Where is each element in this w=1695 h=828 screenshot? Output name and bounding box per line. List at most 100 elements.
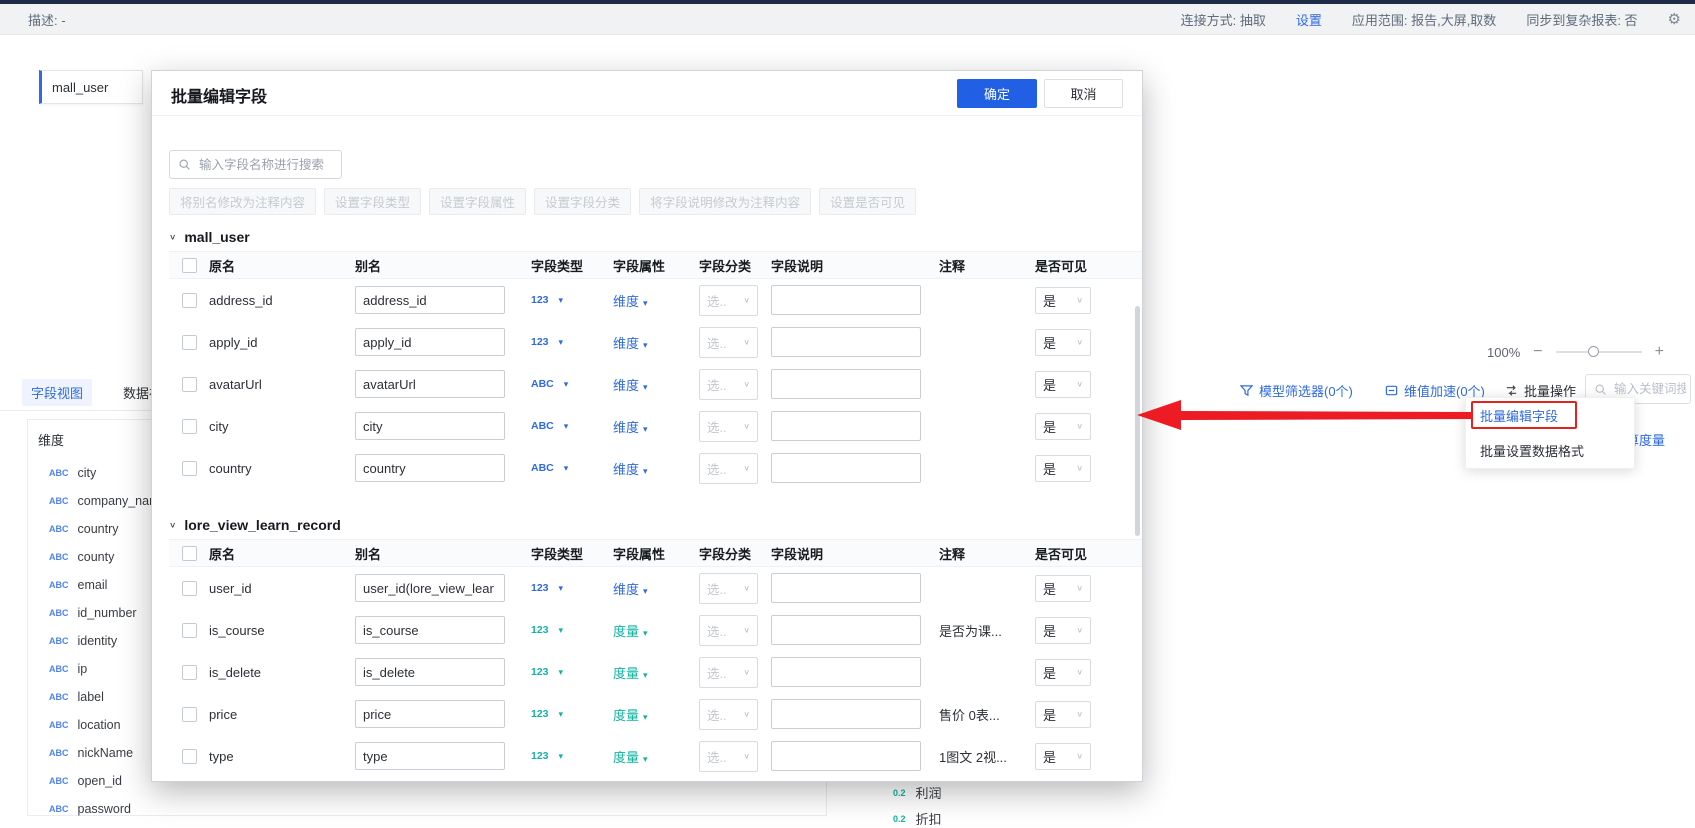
category-select[interactable]: 选..∨ — [699, 573, 758, 604]
row-checkbox[interactable] — [182, 665, 197, 680]
visible-select[interactable]: 是∨ — [1035, 329, 1091, 356]
select-all-checkbox[interactable] — [182, 258, 197, 273]
bulk-action-button[interactable]: 将字段说明修改为注释内容 — [639, 188, 811, 215]
section-header[interactable]: ∨lore_view_learn_record — [169, 515, 1142, 535]
table-node-mall-user[interactable]: mall_user — [39, 70, 143, 104]
field-attr-dropdown[interactable]: 维度▾ — [613, 291, 699, 310]
measure-item[interactable]: 0.2 折扣 — [893, 809, 942, 828]
row-checkbox[interactable] — [182, 461, 197, 476]
field-attr-dropdown[interactable]: 维度▾ — [613, 417, 699, 436]
field-type-dropdown[interactable]: 123▾ — [531, 624, 613, 636]
field-attr-dropdown[interactable]: 度量▾ — [613, 705, 699, 724]
field-type-dropdown[interactable]: 123▾ — [531, 750, 613, 762]
field-attr-dropdown[interactable]: 维度▾ — [613, 333, 699, 352]
row-checkbox[interactable] — [182, 419, 197, 434]
bulk-action-button[interactable]: 设置字段分类 — [534, 188, 631, 215]
description-input[interactable] — [771, 657, 921, 687]
bulk-action-button[interactable]: 将别名修改为注释内容 — [169, 188, 316, 215]
visible-select[interactable]: 是∨ — [1035, 455, 1091, 482]
alias-input[interactable] — [355, 700, 505, 728]
bulk-action-button[interactable]: 设置字段类型 — [324, 188, 421, 215]
category-select[interactable]: 选..∨ — [699, 285, 758, 316]
field-type-dropdown[interactable]: ABC▾ — [531, 420, 613, 432]
field-type-dropdown[interactable]: 123▾ — [531, 708, 613, 720]
field-type-dropdown[interactable]: 123▾ — [531, 294, 613, 306]
visible-select[interactable]: 是∨ — [1035, 659, 1091, 686]
alias-input[interactable] — [355, 454, 505, 482]
field-attr-dropdown[interactable]: 度量▾ — [613, 747, 699, 766]
bulk-action-button[interactable]: 设置是否可见 — [819, 188, 916, 215]
category-select[interactable]: 选..∨ — [699, 615, 758, 646]
row-checkbox[interactable] — [182, 707, 197, 722]
alias-input[interactable] — [355, 574, 505, 602]
visible-select[interactable]: 是∨ — [1035, 701, 1091, 728]
keyword-search-input[interactable] — [1612, 381, 1688, 397]
zoom-out-button[interactable]: − — [1533, 344, 1542, 360]
visible-select[interactable]: 是∨ — [1035, 743, 1091, 770]
row-checkbox[interactable] — [182, 377, 197, 392]
description-input[interactable] — [771, 285, 921, 315]
field-type-dropdown[interactable]: 123▾ — [531, 666, 613, 678]
description-input[interactable] — [771, 369, 921, 399]
cancel-button[interactable]: 取消 — [1044, 79, 1123, 108]
visible-select[interactable]: 是∨ — [1035, 413, 1091, 440]
field-attr-dropdown[interactable]: 维度▾ — [613, 459, 699, 478]
tab-field-view[interactable]: 字段视图 — [22, 379, 92, 406]
description-input[interactable] — [771, 327, 921, 357]
category-select[interactable]: 选..∨ — [699, 453, 758, 484]
field-type-dropdown[interactable]: ABC▾ — [531, 378, 613, 390]
row-checkbox[interactable] — [182, 335, 197, 350]
field-item[interactable]: ABCpassword — [28, 795, 826, 823]
field-search-box[interactable] — [169, 150, 342, 179]
model-filter-button[interactable]: 模型筛选器(0个) — [1240, 381, 1353, 400]
select-all-checkbox[interactable] — [182, 546, 197, 561]
confirm-button[interactable]: 确定 — [957, 79, 1037, 108]
alias-input[interactable] — [355, 412, 505, 440]
alias-input[interactable] — [355, 616, 505, 644]
category-select[interactable]: 选..∨ — [699, 657, 758, 688]
field-attr-dropdown[interactable]: 度量▾ — [613, 663, 699, 682]
alias-input[interactable] — [355, 370, 505, 398]
category-select[interactable]: 选..∨ — [699, 327, 758, 358]
zoom-slider[interactable] — [1556, 346, 1642, 358]
field-type-dropdown[interactable]: 123▾ — [531, 336, 613, 348]
visible-select[interactable]: 是∨ — [1035, 287, 1091, 314]
visible-select[interactable]: 是∨ — [1035, 617, 1091, 644]
measure-item[interactable]: 0.2 利润 — [893, 783, 942, 802]
row-checkbox[interactable] — [182, 623, 197, 638]
description-input[interactable] — [771, 615, 921, 645]
alias-input[interactable] — [355, 286, 505, 314]
bulk-action-button[interactable]: 设置字段属性 — [429, 188, 526, 215]
alias-input[interactable] — [355, 658, 505, 686]
visible-select[interactable]: 是∨ — [1035, 371, 1091, 398]
category-select[interactable]: 选..∨ — [699, 741, 758, 772]
field-attr-dropdown[interactable]: 度量▾ — [613, 621, 699, 640]
description-input[interactable] — [771, 573, 921, 603]
visible-select[interactable]: 是∨ — [1035, 575, 1091, 602]
field-attr-dropdown[interactable]: 维度▾ — [613, 375, 699, 394]
alias-input[interactable] — [355, 742, 505, 770]
field-attr-dropdown[interactable]: 维度▾ — [613, 579, 699, 598]
field-type-dropdown[interactable]: 123▾ — [531, 582, 613, 594]
zoom-slider-knob[interactable] — [1588, 346, 1599, 357]
field-type-dropdown[interactable]: ABC▾ — [531, 462, 613, 474]
row-checkbox[interactable] — [182, 749, 197, 764]
section-header[interactable]: ∨mall_user — [169, 227, 1142, 247]
field-search-input[interactable] — [197, 157, 336, 173]
category-select[interactable]: 选..∨ — [699, 411, 758, 442]
zoom-in-button[interactable]: + — [1655, 344, 1664, 360]
category-select[interactable]: 选..∨ — [699, 369, 758, 400]
gear-icon[interactable]: ⚙ — [1668, 12, 1681, 27]
menu-item-batch-set-format[interactable]: 批量设置数据格式 — [1466, 433, 1634, 468]
row-checkbox[interactable] — [182, 293, 197, 308]
description-input[interactable] — [771, 741, 921, 771]
menu-item-batch-edit-fields[interactable]: 批量编辑字段 — [1466, 398, 1634, 433]
description-input[interactable] — [771, 699, 921, 729]
row-checkbox[interactable] — [182, 581, 197, 596]
category-select[interactable]: 选..∨ — [699, 699, 758, 730]
settings-link[interactable]: 设置 — [1296, 10, 1322, 29]
description-input[interactable] — [771, 453, 921, 483]
description-input[interactable] — [771, 411, 921, 441]
modal-scrollbar[interactable] — [1135, 306, 1140, 536]
alias-input[interactable] — [355, 328, 505, 356]
